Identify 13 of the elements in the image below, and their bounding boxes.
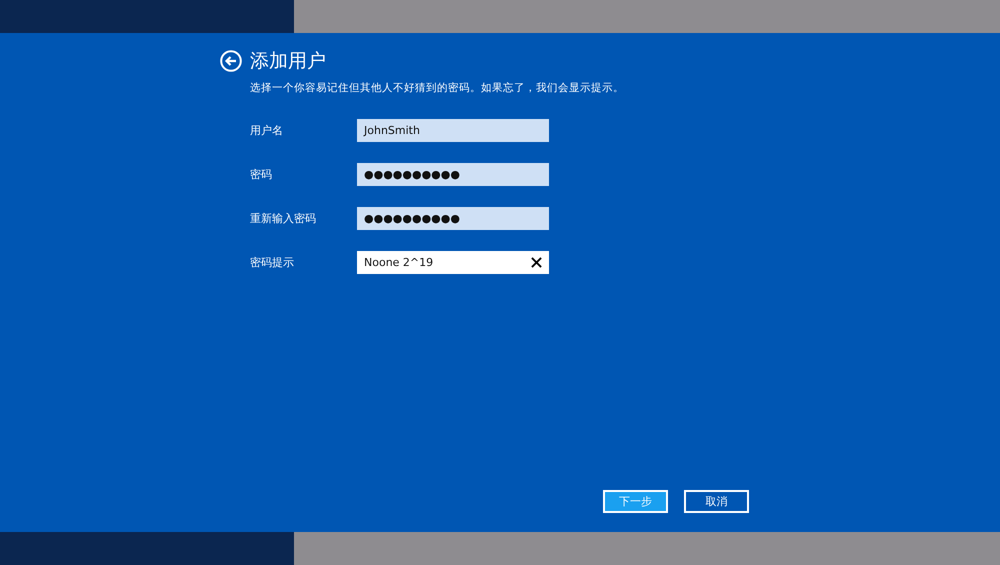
field-label: 重新输入密码 <box>250 211 317 226</box>
field-label: 密码提示 <box>250 255 295 270</box>
instructions-text: 选择一个你容易记住但其他人不好猜到的密码。如果忘了，我们会显示提示。 <box>250 81 625 95</box>
input-field[interactable]: JohnSmith <box>357 119 549 142</box>
cancel-button[interactable]: 取消 <box>684 490 749 513</box>
field-label: 用户名 <box>250 123 284 138</box>
back-icon[interactable] <box>220 50 242 72</box>
input-field[interactable]: Noone 2^19 <box>357 251 549 274</box>
field-label: 密码 <box>250 167 273 182</box>
page-title: 添加用户 <box>250 49 326 73</box>
clear-icon[interactable] <box>531 257 542 268</box>
input-field[interactable]: ●●●●●●●●●● <box>357 163 549 186</box>
input-field[interactable]: ●●●●●●●●●● <box>357 207 549 230</box>
